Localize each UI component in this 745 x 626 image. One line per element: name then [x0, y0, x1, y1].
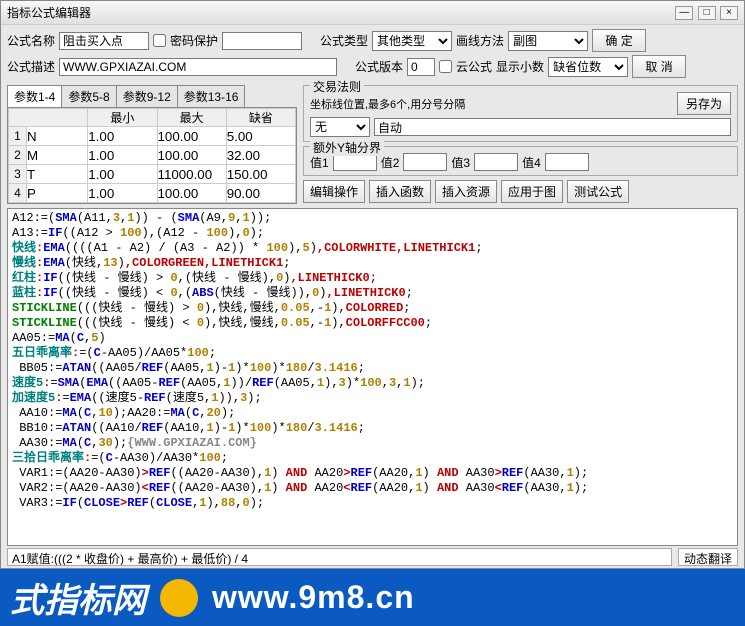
- banner-url: www.9m8.cn: [212, 579, 415, 616]
- code-editor[interactable]: A12:=(SMA(A11,3,1)) - (SMA(A9,9,1));A13:…: [7, 208, 738, 546]
- param-name-3[interactable]: [27, 165, 87, 183]
- param-max-3[interactable]: [158, 165, 226, 183]
- password-checkbox[interactable]: [153, 34, 166, 47]
- status-text: A1赋值:(((2 * 收盘价) + 最高价) + 最低价) / 4: [7, 548, 672, 566]
- param-min-4[interactable]: [88, 184, 156, 202]
- label-dec: 显示小数: [496, 58, 544, 75]
- editop-button[interactable]: 编辑操作: [303, 180, 365, 203]
- label-type: 公式类型: [320, 32, 368, 49]
- label-v2: 值2: [381, 154, 400, 171]
- minimize-icon[interactable]: —: [675, 6, 693, 20]
- param-min-3[interactable]: [88, 165, 156, 183]
- label-v1: 值1: [310, 154, 329, 171]
- decimals-select[interactable]: 缺省位数: [548, 57, 628, 77]
- label-name: 公式名称: [7, 32, 55, 49]
- param-min-2[interactable]: [88, 146, 156, 164]
- y2-input[interactable]: [403, 153, 447, 171]
- label-rule: 交易法则: [310, 78, 364, 95]
- cancel-button[interactable]: 取 消: [632, 55, 686, 78]
- banner: 式指标网 www.9m8.cn: [0, 569, 745, 626]
- tab-params-4[interactable]: 参数13-16: [177, 85, 246, 107]
- status-translate[interactable]: 动态翻译: [678, 548, 738, 566]
- insfn-button[interactable]: 插入函数: [369, 180, 431, 203]
- formula-name-input[interactable]: [59, 32, 149, 50]
- param-name-2[interactable]: [27, 146, 87, 164]
- ok-button[interactable]: 确 定: [592, 29, 646, 52]
- param-min-1[interactable]: [88, 127, 156, 145]
- maximize-icon[interactable]: □: [698, 6, 716, 20]
- saveas-button[interactable]: 另存为: [677, 92, 731, 115]
- label-draw: 画线方法: [456, 32, 504, 49]
- version-input[interactable]: [407, 58, 435, 76]
- param-def-2[interactable]: [227, 146, 295, 164]
- y4-input[interactable]: [545, 153, 589, 171]
- tab-params-1[interactable]: 参数1-4: [7, 85, 62, 107]
- draw-select[interactable]: 副图: [508, 31, 588, 51]
- rule-hint: 坐标线位置,最多6个,用分号分隔: [310, 96, 465, 112]
- param-def-4[interactable]: [227, 184, 295, 202]
- label-v3: 值3: [451, 154, 470, 171]
- type-select[interactable]: 其他类型: [372, 31, 452, 51]
- label-desc: 公式描述: [7, 58, 55, 75]
- rule-text-input[interactable]: [374, 118, 731, 136]
- param-def-1[interactable]: [227, 127, 295, 145]
- window-title: 指标公式编辑器: [7, 4, 91, 21]
- label-cloud: 云公式: [456, 58, 492, 75]
- y3-input[interactable]: [474, 153, 518, 171]
- banner-logo-icon: [160, 579, 198, 617]
- label-extra: 额外Y轴分界: [310, 139, 384, 156]
- close-icon[interactable]: ×: [720, 6, 738, 20]
- tab-params-3[interactable]: 参数9-12: [116, 85, 178, 107]
- cloud-checkbox[interactable]: [439, 60, 452, 73]
- param-name-4[interactable]: [27, 184, 87, 202]
- desc-input[interactable]: [59, 58, 337, 76]
- password-input[interactable]: [222, 32, 302, 50]
- test-button[interactable]: 测试公式: [567, 180, 629, 203]
- insres-button[interactable]: 插入资源: [435, 180, 497, 203]
- param-max-4[interactable]: [158, 184, 226, 202]
- param-name-1[interactable]: [27, 127, 87, 145]
- apply-button[interactable]: 应用于图: [501, 180, 563, 203]
- param-max-2[interactable]: [158, 146, 226, 164]
- label-pwd: 密码保护: [170, 32, 218, 49]
- label-v4: 值4: [522, 154, 541, 171]
- param-def-3[interactable]: [227, 165, 295, 183]
- param-max-1[interactable]: [158, 127, 226, 145]
- label-ver: 公式版本: [355, 58, 403, 75]
- tab-params-2[interactable]: 参数5-8: [61, 85, 116, 107]
- rule-select[interactable]: 无: [310, 117, 370, 137]
